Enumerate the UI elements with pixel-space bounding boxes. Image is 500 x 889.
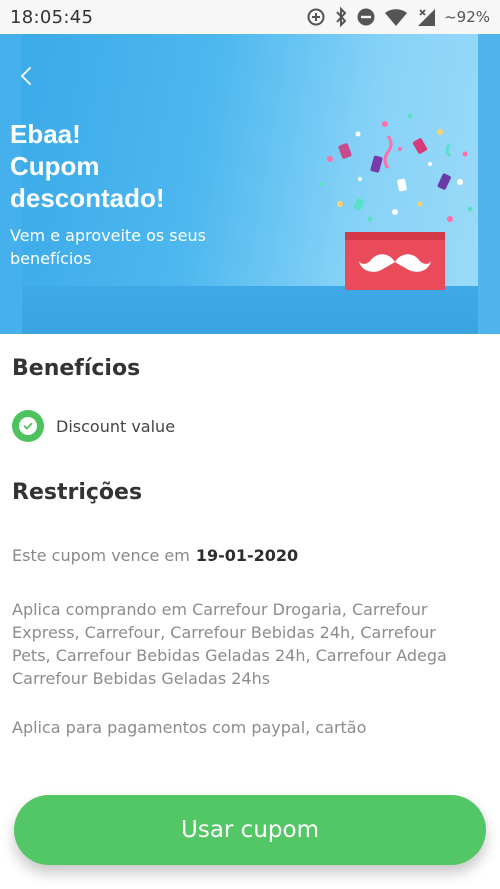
stores-line: Carrefour Bebidas Geladas 24hs bbox=[12, 669, 271, 688]
hero-subtitle: Vem e aproveite os seus benefícios bbox=[10, 224, 260, 270]
status-bar: 18:05:45 ~92% bbox=[0, 0, 500, 34]
bluetooth-icon bbox=[334, 7, 348, 27]
status-icons: ~92% bbox=[306, 7, 490, 27]
stores-restriction: Aplica comprando em Carrefour Drogaria, … bbox=[12, 598, 497, 690]
wifi-icon bbox=[384, 7, 408, 27]
expiry-prefix: Este cupom vence em bbox=[12, 546, 190, 565]
confetti-icon bbox=[319, 113, 473, 222]
data-saver-icon bbox=[306, 7, 326, 27]
restrictions-title: Restrições bbox=[12, 480, 143, 505]
back-button[interactable] bbox=[14, 62, 42, 90]
expiry-date: 19-01-2020 bbox=[195, 546, 299, 565]
hero-banner: Ebaa! Cupom descontado! Vem e aproveite … bbox=[0, 34, 500, 334]
benefit-item: Discount value bbox=[12, 410, 175, 442]
use-coupon-button[interactable]: Usar cupom bbox=[14, 795, 486, 865]
check-circle-icon bbox=[12, 410, 44, 442]
hero-title-line: Cupom bbox=[10, 151, 100, 181]
status-time: 18:05:45 bbox=[10, 6, 94, 28]
expiry-row: Este cupom vence em 19-01-2020 bbox=[12, 546, 298, 565]
hero-subtitle-line: benefícios bbox=[10, 249, 92, 268]
do-not-disturb-icon bbox=[356, 7, 376, 27]
hero-title-line: Ebaa! bbox=[10, 119, 81, 149]
gift-box bbox=[345, 232, 445, 290]
stores-line: Aplica comprando em Carrefour Drogaria, … bbox=[12, 600, 428, 619]
gift-box-illustration bbox=[319, 113, 473, 290]
hero-title: Ebaa! Cupom descontado! bbox=[10, 118, 260, 214]
stores-line: Express, Carrefour, Carrefour Bebidas 24… bbox=[12, 623, 436, 642]
use-coupon-label: Usar cupom bbox=[181, 817, 319, 843]
payment-restriction: Aplica para pagamentos com paypal, cartã… bbox=[12, 718, 367, 737]
benefit-label: Discount value bbox=[56, 416, 176, 436]
stores-line: Pets, Carrefour Bebidas Geladas 24h, Car… bbox=[12, 646, 447, 665]
benefits-title: Benefícios bbox=[12, 356, 141, 381]
hero-subtitle-line: Vem e aproveite os seus bbox=[10, 226, 206, 245]
hero-title-line: descontado! bbox=[10, 183, 165, 213]
battery-level: ~92% bbox=[444, 8, 490, 26]
cell-signal-icon bbox=[416, 7, 436, 27]
chevron-left-icon bbox=[20, 67, 31, 85]
